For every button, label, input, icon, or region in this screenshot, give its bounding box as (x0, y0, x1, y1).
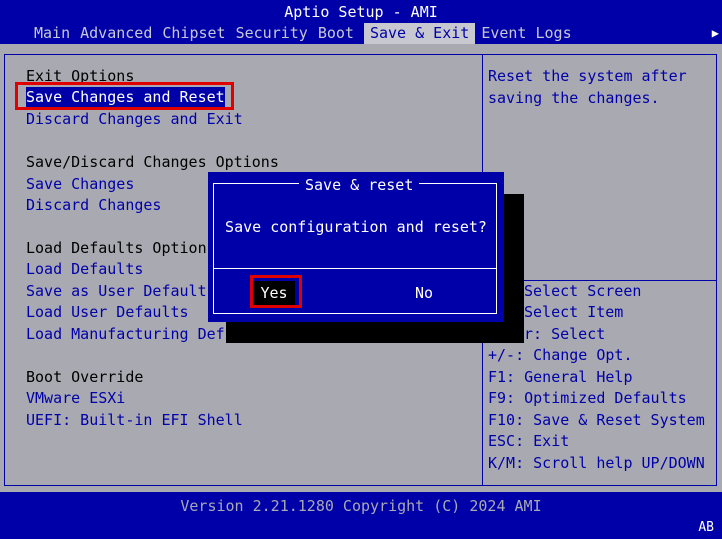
dialog-shadow-right (504, 194, 524, 343)
save-discard-header: Save/Discard Changes Options (26, 153, 279, 171)
tab-bar: Main Advanced Chipset Security Boot Save… (34, 23, 582, 44)
key-scroll-help: K/M: Scroll help UP/DOWN (488, 454, 705, 472)
tab-chipset[interactable]: Chipset (162, 23, 235, 44)
save-changes-item[interactable]: Save Changes (26, 174, 134, 194)
key-select: r: Select (524, 325, 606, 343)
key-change-opt: +/-: Change Opt. (488, 346, 633, 364)
key-select-screen: Select Screen (524, 282, 642, 300)
key-select-item: Select Item (524, 303, 624, 321)
right-arrow-icon[interactable]: ▶ (712, 23, 719, 44)
boot-override-uefi-shell-item[interactable]: UEFI: Built-in EFI Shell (26, 410, 243, 430)
key-general-help: F1: General Help (488, 368, 633, 386)
status-code: AB (698, 520, 714, 535)
boot-override-vmware-item[interactable]: VMware ESXi (26, 388, 125, 408)
tab-main[interactable]: Main (34, 23, 80, 44)
load-user-defaults-item[interactable]: Load User Defaults (26, 302, 189, 322)
boot-override-header: Boot Override (26, 368, 144, 386)
save-as-user-defaults-item[interactable]: Save as User Default (26, 281, 207, 301)
selection-highlight-box (15, 82, 234, 110)
tab-boot[interactable]: Boot (318, 23, 364, 44)
tab-advanced[interactable]: Advanced (80, 23, 162, 44)
footer-bar: Version 2.21.1280 Copyright (C) 2024 AMI… (0, 492, 722, 539)
key-save-reset: F10: Save & Reset System (488, 411, 705, 429)
dialog-shadow-bottom (226, 322, 524, 343)
no-button[interactable]: No (408, 281, 440, 305)
discard-changes-item[interactable]: Discard Changes (26, 195, 161, 215)
load-manufacturing-defaults-item[interactable]: Load Manufacturing Def (26, 324, 225, 344)
dialog-title: Save & reset (299, 175, 420, 195)
tab-event-logs[interactable]: Event Logs (481, 23, 581, 44)
yes-highlight-box (250, 275, 302, 308)
key-optimized-defaults: F9: Optimized Defaults (488, 389, 687, 407)
load-defaults-item[interactable]: Load Defaults (26, 259, 143, 279)
help-text-line-1: Reset the system after (488, 67, 687, 85)
help-text-line-2: saving the changes. (488, 89, 660, 107)
load-defaults-header: Load Defaults Option (26, 239, 207, 257)
dialog-message: Save configuration and reset? (225, 218, 487, 236)
discard-changes-and-exit-item[interactable]: Discard Changes and Exit (26, 109, 243, 129)
dialog-separator (213, 268, 497, 269)
tab-save-exit[interactable]: Save & Exit (363, 23, 476, 44)
app-title: Aptio Setup - AMI (284, 3, 438, 21)
version-text: Version 2.21.1280 Copyright (C) 2024 AMI (180, 497, 542, 515)
tab-security[interactable]: Security (236, 23, 318, 44)
key-exit: ESC: Exit (488, 432, 570, 450)
